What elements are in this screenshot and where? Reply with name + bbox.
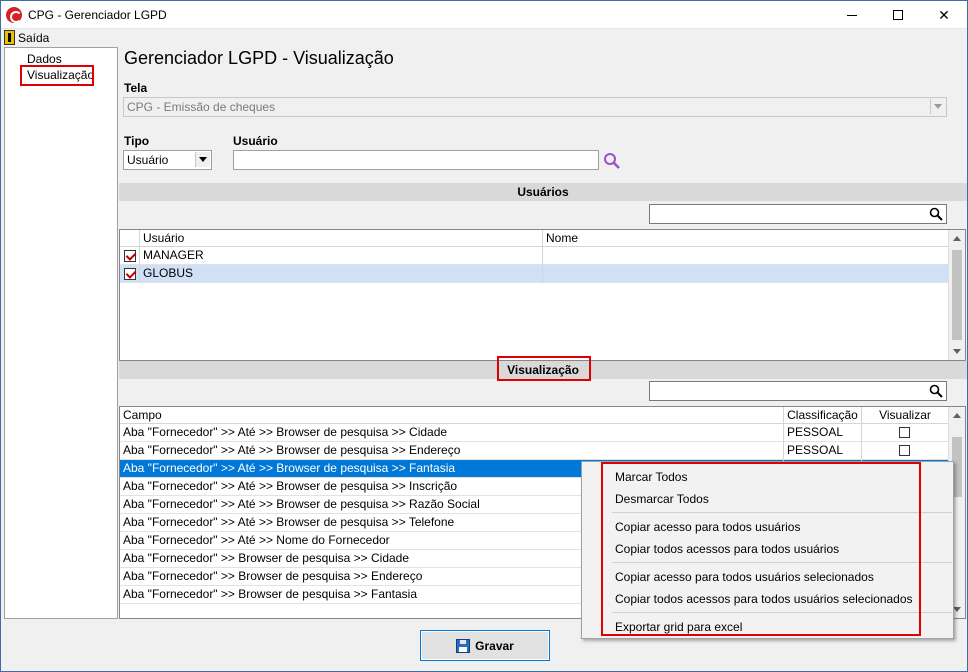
annotation-highlight-vis	[497, 356, 591, 381]
chevron-up-icon	[953, 236, 961, 241]
row-nome	[543, 247, 949, 265]
chevron-down-icon	[953, 607, 961, 612]
scroll-up-button[interactable]	[949, 230, 965, 247]
usuario-label: Usuário	[233, 134, 278, 148]
menu-bar: Saída	[1, 29, 967, 47]
row-check-cell[interactable]	[120, 247, 140, 265]
scroll-thumb[interactable]	[952, 250, 962, 340]
vis-header-classificacao[interactable]: Classificação	[784, 407, 862, 424]
menu-exit-label: Saída	[18, 30, 50, 45]
row-visualizar[interactable]	[862, 424, 949, 442]
row-classificacao: PESSOAL	[784, 442, 862, 460]
chevron-up-icon	[953, 413, 961, 418]
navigation-tree: Dados Visualização	[4, 47, 118, 619]
checkbox-checked[interactable]	[124, 250, 136, 262]
menu-exit[interactable]: Saída	[4, 30, 49, 45]
maximize-button[interactable]	[875, 1, 921, 29]
floppy-disk-icon	[456, 638, 471, 653]
minimize-icon	[847, 14, 857, 16]
usuario-search-icon[interactable]	[603, 152, 621, 170]
scroll-up-button[interactable]	[949, 407, 965, 424]
vis-grid-header: Campo Classificação Visualizar	[120, 407, 949, 424]
tipo-combo-value: Usuário	[127, 153, 169, 167]
minimize-button[interactable]	[829, 1, 875, 29]
row-classificacao: PESSOAL	[784, 424, 862, 442]
usuario-input[interactable]	[233, 150, 599, 170]
users-header-usuario[interactable]: Usuário	[140, 230, 543, 247]
save-button[interactable]: Gravar	[420, 630, 550, 661]
vis-search-input[interactable]	[649, 381, 947, 401]
table-row[interactable]: Aba "Fornecedor" >> Até >> Browser de pe…	[120, 442, 949, 460]
scroll-down-button[interactable]	[949, 343, 965, 360]
table-row[interactable]: GLOBUS	[120, 265, 949, 283]
row-check-cell[interactable]	[120, 265, 140, 283]
app-logo-icon	[6, 7, 22, 23]
users-header-check	[120, 230, 140, 247]
users-grid-header: Usuário Nome	[120, 230, 949, 247]
tipo-label: Tipo	[124, 134, 150, 148]
row-usuario: GLOBUS	[140, 265, 543, 283]
tela-label: Tela	[124, 81, 148, 95]
tela-combo-arrow[interactable]	[930, 99, 945, 114]
tela-combo[interactable]: CPG - Emissão de cheques	[123, 97, 947, 117]
users-search-input[interactable]	[649, 204, 947, 224]
tipo-combo[interactable]: Usuário	[123, 150, 212, 170]
table-row[interactable]: Aba "Fornecedor" >> Até >> Browser de pe…	[120, 424, 949, 442]
checkbox-visualizar[interactable]	[899, 445, 910, 456]
exit-door-icon	[4, 30, 15, 45]
users-header-nome[interactable]: Nome	[543, 230, 949, 247]
vis-header-visualizar[interactable]: Visualizar	[862, 407, 949, 424]
row-visualizar[interactable]	[862, 442, 949, 460]
row-campo: Aba "Fornecedor" >> Até >> Browser de pe…	[120, 424, 784, 442]
vis-header-campo[interactable]: Campo	[120, 407, 784, 424]
save-button-label: Gravar	[475, 638, 514, 653]
tipo-combo-arrow[interactable]	[195, 152, 210, 167]
search-icon[interactable]	[929, 384, 943, 398]
users-grid-scrollbar[interactable]	[948, 230, 965, 360]
close-button[interactable]: ✕	[921, 1, 967, 29]
app-window: CPG - Gerenciador LGPD ✕ Saída Dados Vis…	[0, 0, 968, 672]
maximize-icon	[893, 10, 903, 20]
window-title: CPG - Gerenciador LGPD	[28, 8, 167, 22]
search-icon[interactable]	[929, 207, 943, 221]
page-title: Gerenciador LGPD - Visualização	[124, 48, 394, 68]
annotation-highlight-tree	[20, 65, 94, 86]
row-nome	[543, 265, 949, 283]
checkbox-visualizar[interactable]	[899, 427, 910, 438]
users-section-header: Usuários	[119, 183, 967, 201]
close-icon: ✕	[938, 6, 950, 23]
chevron-down-icon	[934, 104, 942, 109]
users-grid: Usuário Nome MANAGER GLOBUS	[119, 229, 966, 361]
checkbox-checked[interactable]	[124, 268, 136, 280]
chevron-down-icon	[199, 157, 207, 162]
annotation-highlight-menu	[601, 462, 921, 636]
chevron-down-icon	[953, 349, 961, 354]
tela-combo-value: CPG - Emissão de cheques	[127, 100, 276, 114]
table-row[interactable]: MANAGER	[120, 247, 949, 265]
row-usuario: MANAGER	[140, 247, 543, 265]
row-campo: Aba "Fornecedor" >> Até >> Browser de pe…	[120, 442, 784, 460]
tree-item-dados[interactable]: Dados	[27, 52, 62, 66]
title-bar: CPG - Gerenciador LGPD ✕	[1, 1, 967, 29]
